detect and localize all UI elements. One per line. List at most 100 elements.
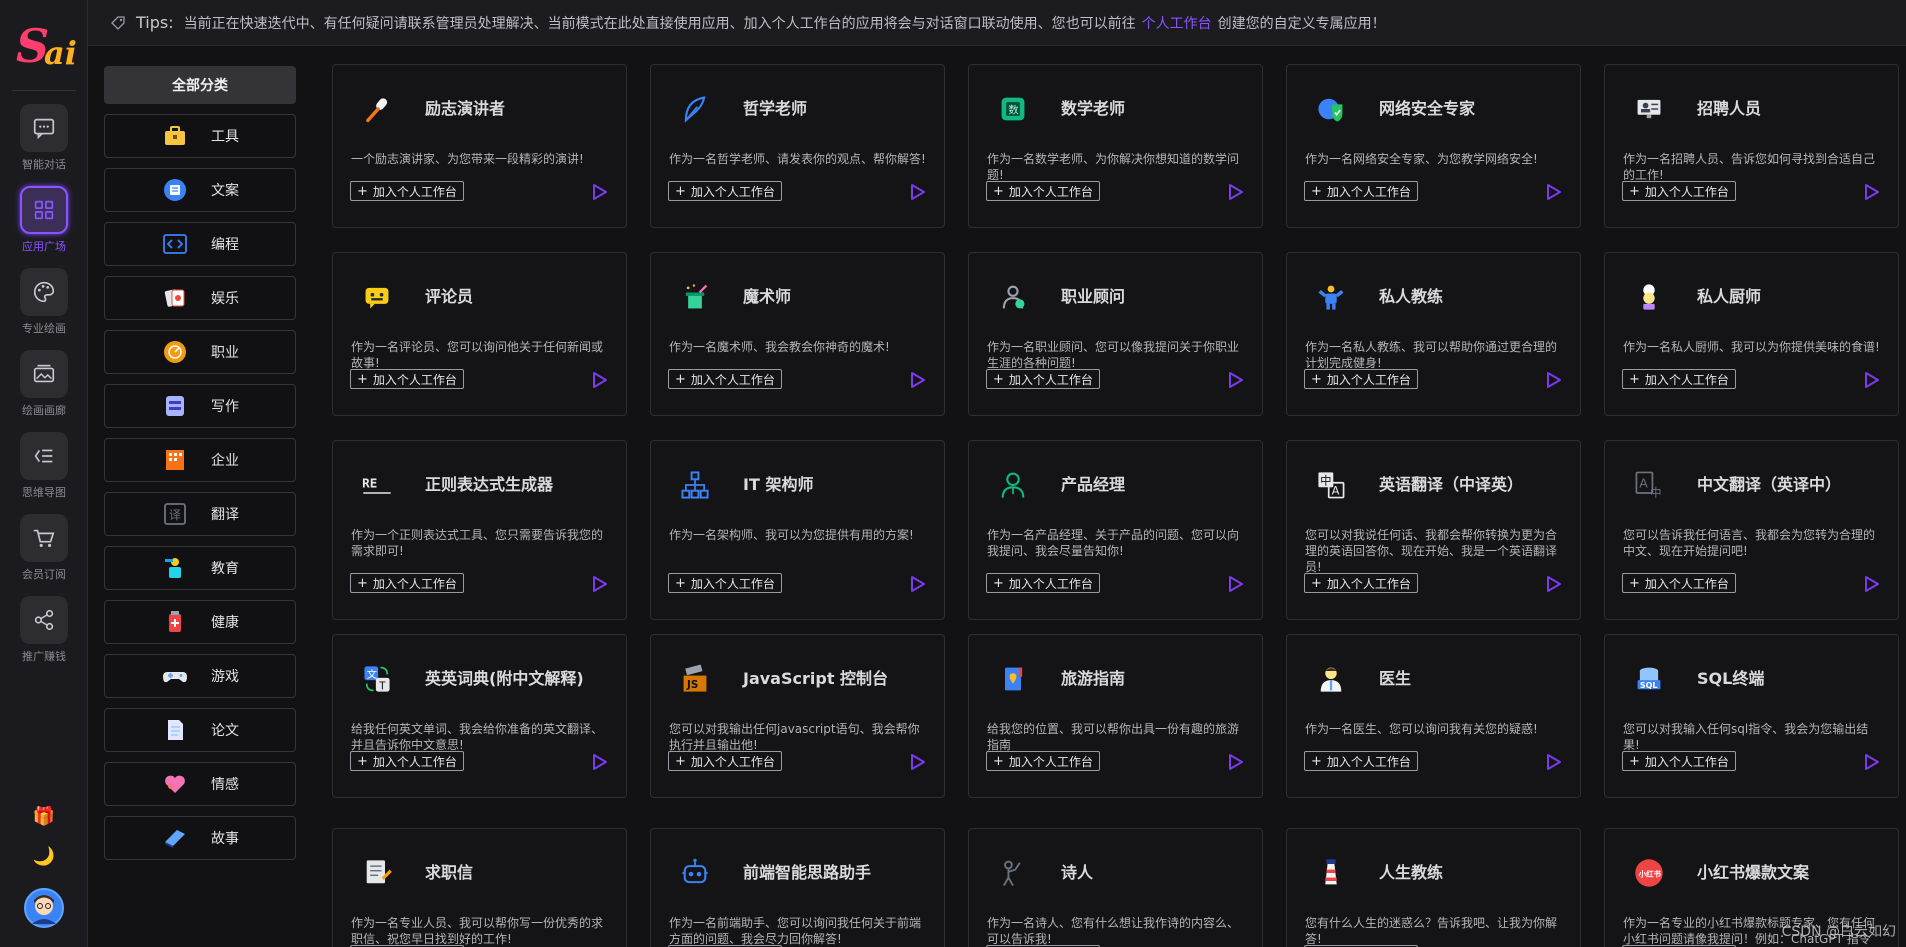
add-to-workspace-button[interactable]: + 加入个人工作台 [986,573,1100,593]
card-description: 作为一名私人厨师、我可以为你提供美味的食谱! [1623,340,1880,354]
app-card[interactable]: 医生 作为一名医生、您可以询问我有关您的疑惑! + 加入个人工作台 [1286,634,1581,798]
play-icon[interactable] [1226,183,1244,201]
user-avatar[interactable] [0,888,88,932]
add-to-workspace-button[interactable]: + 加入个人工作台 [986,369,1100,389]
add-to-workspace-button[interactable]: + 加入个人工作台 [668,573,782,593]
app-card[interactable]: 哲学老师 作为一名哲学老师、请发表你的观点、帮你解答! + 加入个人工作台 [650,64,945,228]
gift-button[interactable]: 🎁 [0,806,88,827]
add-to-workspace-button[interactable]: + 加入个人工作台 [668,369,782,389]
add-to-workspace-button[interactable]: + 加入个人工作台 [1304,751,1418,771]
logo-icon[interactable]: S ai [12,12,76,76]
app-card[interactable]: 魔术师 作为一名魔术师、我会教会你神奇的魔术! + 加入个人工作台 [650,252,945,416]
app-card[interactable]: 产品经理 作为一名产品经理、关于产品的问题、您可以向我提问、我会尽量告知你! +… [968,440,1263,620]
dictionary-icon: 文T [359,661,395,697]
category-item[interactable]: 工具 [104,114,296,158]
card-description: 作为一名架构师、我可以为您提供有用的方案! [669,528,914,542]
category-item[interactable]: 娱乐 [104,276,296,320]
category-item[interactable]: 情感 [104,762,296,806]
app-card[interactable]: 诗人 作为一名诗人、您有什么想让我作诗的内容么、可以告诉我! + 加入个人工作台 [968,828,1263,947]
add-to-workspace-button[interactable]: + 加入个人工作台 [350,369,464,389]
add-to-workspace-button[interactable]: + 加入个人工作台 [350,573,464,593]
app-card[interactable]: 文T 英英词典(附中文解释) 给我任何英文单词、我会给你准备的英文翻译、并且告诉… [332,634,627,798]
app-card[interactable]: 中A 英语翻译（中译英） 您可以对我说任何话、我都会帮你转换为更为合理的英语回答… [1286,440,1581,620]
rail-item-share[interactable]: 推广赚钱 [0,596,88,674]
app-card[interactable]: JS JavaScript 控制台 您可以对我输出任何javascript语句、… [650,634,945,798]
category-item[interactable]: 职业 [104,330,296,374]
play-icon[interactable] [1544,371,1562,389]
play-icon[interactable] [1544,575,1562,593]
app-card[interactable]: 前端智能思路助手 作为一名前端助手、您可以询问我任何关于前端方面的问题、我会尽力… [650,828,945,947]
play-icon[interactable] [1226,753,1244,771]
play-icon[interactable] [1226,371,1244,389]
category-item[interactable]: 健康 [104,600,296,644]
app-card[interactable]: 数 数学老师 作为一名数学老师、为你解决你想知道的数学问题! + 加入个人工作台 [968,64,1263,228]
play-icon[interactable] [1544,753,1562,771]
chef-icon [1631,279,1667,315]
rail-item-chat[interactable]: 智能对话 [0,104,88,182]
play-icon[interactable] [590,371,608,389]
add-to-workspace-button[interactable]: + 加入个人工作台 [668,751,782,771]
add-to-workspace-button[interactable]: + 加入个人工作台 [1304,573,1418,593]
play-icon[interactable] [1544,183,1562,201]
app-card[interactable]: 网络安全专家 作为一名网络安全专家、为您教学网络安全! + 加入个人工作台 [1286,64,1581,228]
app-card[interactable]: 旅游指南 给我您的位置、我可以帮你出具一份有趣的旅游指南 + 加入个人工作台 [968,634,1263,798]
play-icon[interactable] [1226,575,1244,593]
category-item[interactable]: 企业 [104,438,296,482]
add-to-workspace-button[interactable]: + 加入个人工作台 [1622,751,1736,771]
add-to-workspace-label: 加入个人工作台 [1326,372,1411,387]
category-item[interactable]: 论文 [104,708,296,752]
app-card[interactable]: 私人教练 作为一名私人教练、我可以帮助你通过更合理的计划完成健身! + 加入个人… [1286,252,1581,416]
add-to-workspace-button[interactable]: + 加入个人工作台 [986,751,1100,771]
rail-item-gallery[interactable]: 绘画画廊 [0,350,88,428]
app-card[interactable]: 人生教练 您有什么人生的迷惑么？告诉我吧、让我为你解答! + 加入个人工作台 [1286,828,1581,947]
app-card[interactable]: IT 架构师 作为一名架构师、我可以为您提供有用的方案! + 加入个人工作台 [650,440,945,620]
add-to-workspace-label: 加入个人工作台 [1326,576,1411,591]
play-icon[interactable] [908,575,926,593]
category-item[interactable]: 译 翻译 [104,492,296,536]
add-to-workspace-button[interactable]: + 加入个人工作台 [668,181,782,201]
add-to-workspace-button[interactable]: + 加入个人工作台 [986,181,1100,201]
play-icon[interactable] [1862,575,1880,593]
category-item[interactable]: 编程 [104,222,296,266]
rail-item-apps-grid[interactable]: 应用广场 [0,186,88,264]
category-item[interactable]: 故事 [104,816,296,860]
app-card[interactable]: 求职信 作为一名专业人员、我可以帮你写一份优秀的求职信、祝您早日找到好的工作! … [332,828,627,947]
category-item[interactable]: 文案 [104,168,296,212]
card-title: 私人教练 [1379,287,1444,306]
play-icon[interactable] [908,183,926,201]
rail-item-mindmap[interactable]: 思维导图 [0,432,88,510]
play-icon[interactable] [590,575,608,593]
app-card[interactable]: RE 正则表达式生成器 作为一个正则表达式工具、您只需要告诉我您的需求即可! +… [332,440,627,620]
play-icon[interactable] [590,183,608,201]
play-icon[interactable] [590,753,608,771]
category-item[interactable]: 游戏 [104,654,296,698]
play-icon[interactable] [1862,183,1880,201]
play-icon[interactable] [908,753,926,771]
play-icon[interactable] [1862,753,1880,771]
add-to-workspace-button[interactable]: + 加入个人工作台 [1622,369,1736,389]
play-icon[interactable] [1862,371,1880,389]
theme-toggle-button[interactable]: 🌙 [0,846,88,867]
app-card[interactable]: 职业顾问 作为一名职业顾问、您可以像我提问关于你职业生涯的各种问题! + 加入个… [968,252,1263,416]
play-icon[interactable] [908,371,926,389]
add-to-workspace-button[interactable]: + 加入个人工作台 [350,181,464,201]
category-all[interactable]: 全部分类 [104,66,296,104]
svg-text:ai: ai [44,34,76,72]
add-to-workspace-button[interactable]: + 加入个人工作台 [1304,369,1418,389]
add-to-workspace-button[interactable]: + 加入个人工作台 [350,751,464,771]
add-to-workspace-button[interactable]: + 加入个人工作台 [1622,181,1736,201]
app-card[interactable]: 私人厨师 作为一名私人厨师、我可以为你提供美味的食谱! + 加入个人工作台 [1604,252,1899,416]
category-item[interactable]: 教育 [104,546,296,590]
card-title: 招聘人员 [1697,99,1762,118]
app-card[interactable]: 招聘人员 作为一名招聘人员、告诉您如何寻找到合适自己的工作! + 加入个人工作台 [1604,64,1899,228]
app-card[interactable]: A中 中文翻译（英译中） 您可以告诉我任何语言、我都会为您转为合理的中文、现在开… [1604,440,1899,620]
app-card[interactable]: SQL SQL终端 您可以对我输入任何sql指令、我会为您输出结果! + 加入个… [1604,634,1899,798]
app-card[interactable]: 评论员 作为一名评论员、您可以询问他关于任何新闻或故事! + 加入个人工作台 [332,252,627,416]
rail-item-palette[interactable]: 专业绘画 [0,268,88,346]
personal-workspace-link[interactable]: 个人工作台 [1142,13,1212,33]
category-item[interactable]: 写作 [104,384,296,428]
app-card[interactable]: 励志演讲者 一个励志演讲家、为您带来一段精彩的演讲! + 加入个人工作台 [332,64,627,228]
add-to-workspace-button[interactable]: + 加入个人工作台 [1304,181,1418,201]
rail-item-cart[interactable]: 会员订阅 [0,514,88,592]
add-to-workspace-button[interactable]: + 加入个人工作台 [1622,573,1736,593]
